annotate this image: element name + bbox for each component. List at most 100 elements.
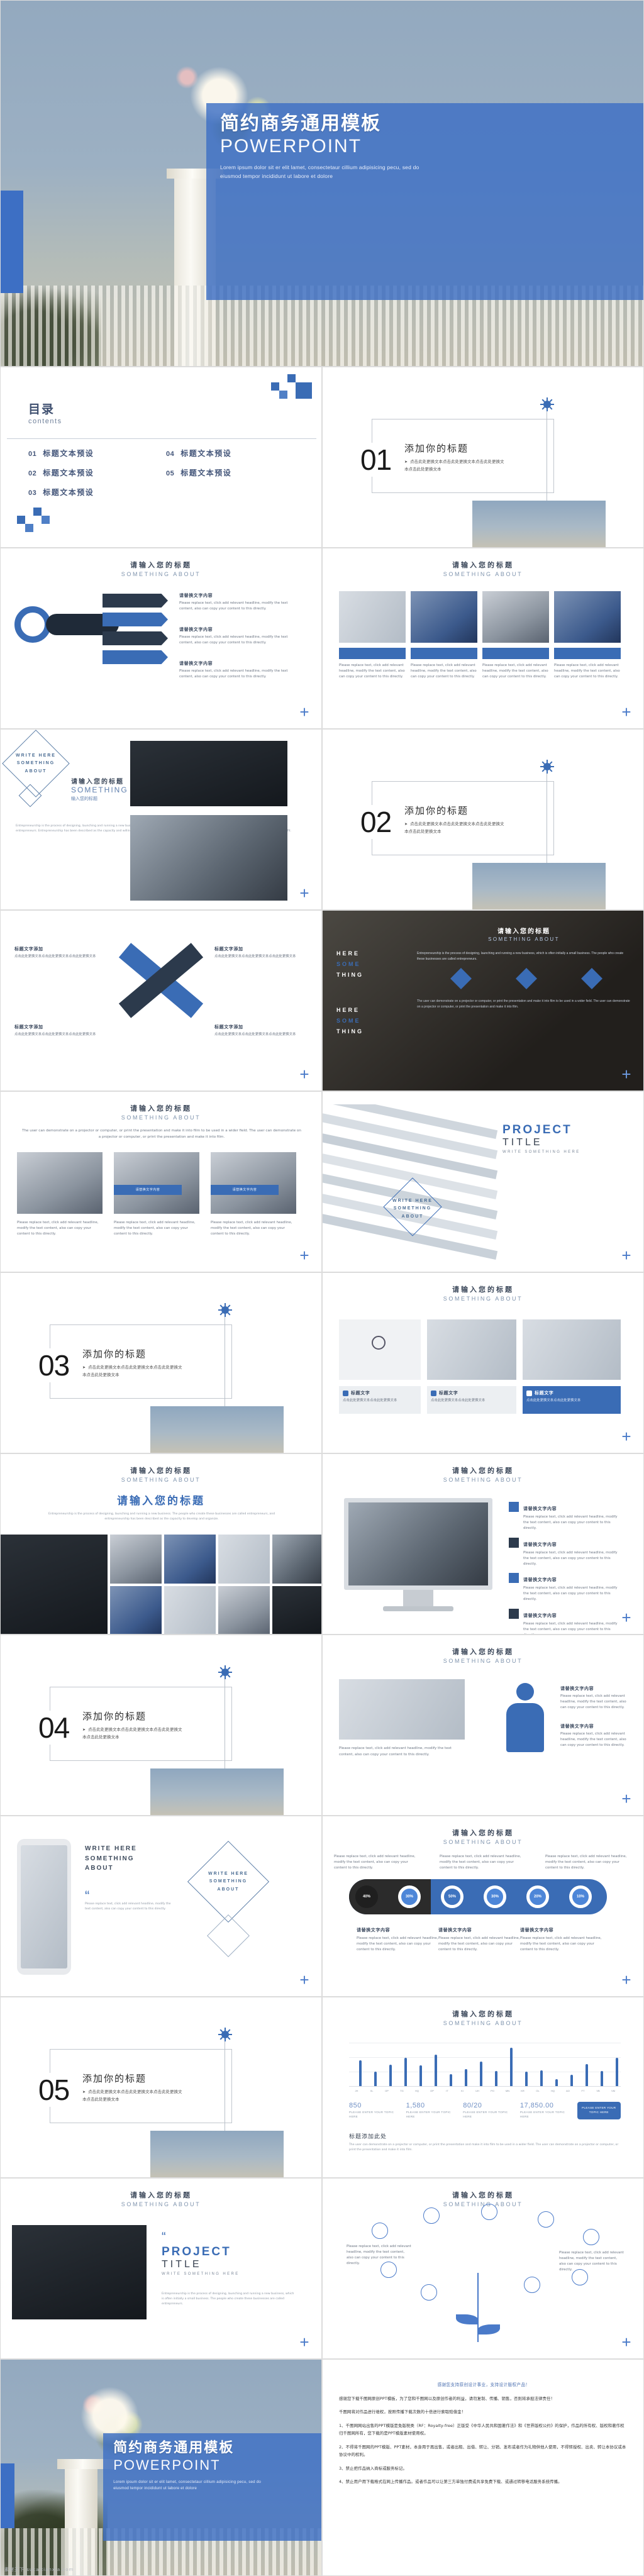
quote-body: Please replace text, click add relevant … [85, 1902, 171, 1911]
donut-item-title: 请替换文字内容 [438, 1928, 472, 1933]
project-title-block: PROJECT TITLE WRITE SOMETHING HERE [502, 1123, 580, 1154]
cover-title-panel: 简约商务通用模板 POWERPOINT Lorem ipsum dolor si… [206, 103, 643, 301]
toc-item-03[interactable]: 03 标题文本预设 [28, 487, 155, 497]
plus-icon: + [621, 1789, 631, 1808]
bar [540, 2070, 543, 2086]
icon-card-1[interactable]: 标题文字 点击此处更换文本点击此处更换文本 [339, 1386, 421, 1414]
slide-section-03[interactable]: 03 添加你的标题 点击此处更换文本点击此处更换文本点击此处更换文本点击此处更换… [0, 1272, 322, 1453]
card-caption: Please replace text, click add relevant … [411, 663, 477, 679]
toc-heading: 目录 contents [28, 400, 62, 425]
bar-cell [504, 2043, 519, 2086]
list-item[interactable]: 请替换文字内容 Please replace text, click add r… [509, 1609, 623, 1634]
pixel-decor [279, 391, 287, 399]
slide-end-cover[interactable]: 简约商务通用模板 POWERPOINT Lorem ipsum dolor si… [0, 2359, 322, 2576]
slide-header-en: SOMETHING ABOUT [443, 1839, 523, 1845]
team-photo [114, 1152, 199, 1214]
process-item-title: 请替换文字内容 [179, 593, 213, 598]
slide-process-diagram[interactable]: 请输入您的标题 SOMETHING ABOUT 请替换文字内容 Please r… [0, 548, 322, 729]
square-icon [526, 1390, 532, 1396]
toc-item-02[interactable]: 02 标题文本预设 [28, 467, 155, 478]
slide-cover[interactable]: 简约商务通用模板 POWERPOINT Lorem ipsum dolor si… [0, 0, 644, 367]
stat-value: 1,580 [406, 2102, 425, 2109]
bar-cell [353, 2043, 368, 2086]
slide-header-cn: 请输入您的标题 [130, 2191, 192, 2199]
icon-card-panel[interactable] [339, 1319, 421, 1380]
bar-cell [383, 2043, 398, 2086]
pixel-decor [287, 374, 296, 382]
diamond-line-3: ABOUT [25, 769, 47, 774]
icon-card-body: 点击此处更换文本点击此处更换文本 [343, 1399, 397, 1402]
slide-team-photos[interactable]: 请输入您的标题 SOMETHING ABOUT The user can dem… [0, 1091, 322, 1272]
slide-image-cards[interactable]: 请输入您的标题 SOMETHING ABOUT Please replace t… [322, 548, 644, 729]
process-item-body: Please replace text, click add relevant … [179, 635, 288, 645]
bar-tick-label: VM [611, 2089, 615, 2092]
slide-person-stats[interactable]: 请输入您的标题 SOMETHING ABOUT Please replace t… [322, 1635, 644, 1816]
sun-icon [218, 2028, 232, 2041]
slide-monitor-mockup[interactable]: 请输入您的标题 SOMETHING ABOUT 请替换文字内容 Please r… [322, 1453, 644, 1635]
toc-item-05[interactable]: 05 标题文本预设 [166, 467, 292, 478]
donut-item-body: Please replace text, click add relevant … [357, 1936, 438, 1951]
team-photo [17, 1152, 103, 1214]
slide-section-02[interactable]: 02 添加你的标题 点击此处更换文本点击此处更换文本点击此处更换文本点击此处更换… [322, 729, 644, 910]
bar [359, 2060, 362, 2086]
list-item[interactable]: 请替换文字内容 Please replace text, click add r… [509, 1502, 623, 1531]
list-item[interactable]: 请替换文字内容 Please replace text, click add r… [509, 1537, 623, 1567]
icon-card-2[interactable]: 标题文字 点击此处更换文本点击此处更换文本 [427, 1386, 516, 1414]
slide-section-05[interactable]: 05 添加你的标题 点击此处更换文本点击此处更换文本点击此处更换文本点击此处更换… [0, 1997, 322, 2178]
slide-section-04[interactable]: 04 添加你的标题 点击此处更换文本点击此处更换文本点击此处更换文本点击此处更换… [0, 1635, 322, 1816]
quote-icon: “ [162, 2230, 166, 2244]
slide-project-title[interactable]: PROJECT TITLE WRITE SOMETHING HERE WRITE… [322, 1091, 644, 1272]
monitor-list: 请替换文字内容 Please replace text, click add r… [509, 1502, 623, 1634]
pixel-decor [271, 382, 279, 391]
list-item[interactable]: 请替换文字内容 Please replace text, click add r… [509, 1573, 623, 1602]
some-label: SOME [336, 1018, 361, 1024]
slide-header-cn: 请输入您的标题 [452, 1648, 514, 1656]
cta-button[interactable]: PLEASE ENTER YOUR TOPIC HERE [577, 2102, 621, 2119]
write-here-block: WRITE HERE SOMETHING ABOUT [85, 1844, 137, 1874]
big-heading: 请输入您的标题 [117, 1495, 205, 1507]
card-image [523, 1319, 621, 1380]
icon-card-3[interactable]: 标题文字 点击此处更换文本点击此处更换文本 [523, 1386, 621, 1414]
leaf-icon [477, 2324, 500, 2334]
person-item-title: 请替换文字内容 [560, 1724, 594, 1729]
cross-card-body: 点击此处更换文本点击此处更换文本点击此处更换文本 [14, 955, 96, 958]
bar-tick-label: PO [491, 2089, 494, 2092]
phone-frame [17, 1839, 71, 1975]
stat-item: 1,580 PLEASE ENTER YOUR TOPIC HERE [406, 2102, 457, 2119]
bar [435, 2054, 437, 2086]
slide-bar-chart[interactable]: 请输入您的标题 SOMETHING ABOUT JH XL OP TG HQ OP IT KI… [322, 1997, 644, 2178]
slide-phone-quote[interactable]: WRITE HERE SOMETHING ABOUT “ Please repl… [0, 1816, 322, 1997]
card-caption: Please replace text, click add relevant … [554, 663, 620, 679]
toc-item-01[interactable]: 01 标题文本预设 [28, 448, 155, 458]
toc-item-label: 标题文本预设 [43, 449, 94, 458]
slide-big-heading[interactable]: 请输入您的标题 SOMETHING ABOUT 请输入您的标题 Entrepre… [0, 1453, 322, 1635]
card-image [427, 1319, 516, 1380]
cross-card-body: 点击此处更换文本点击此处更换文本点击此处更换文本 [214, 1033, 296, 1036]
here-something-left: HERE SOME THING [336, 948, 364, 980]
bar-tick-label: JH [355, 2089, 358, 2092]
pct-circle-2: 30% [398, 1885, 421, 1908]
toc-item-04[interactable]: 04 标题文本预设 [166, 448, 292, 458]
slide-header-en: SOMETHING ABOUT [443, 1477, 523, 1483]
slide-diamond-feature[interactable]: WRITE HERE SOMETHING ABOUT 请输入您的标题 SOMET… [0, 729, 322, 910]
slide-here-something[interactable]: HERE SOME THING HERE SOME THING 请输入您的标题 … [322, 910, 644, 1091]
slide-cross-diagram[interactable]: 标题文字添加 点击此处更换文本点击此处更换文本点击此处更换文本 标题文字添加 点… [0, 910, 322, 1091]
section-body: 点击此处更换文本点击此处更换文本点击此处更换文本点击此处更换文本 [404, 458, 508, 473]
monitor-base [383, 1606, 453, 1611]
slide-project-title-2[interactable]: 请输入您的标题 SOMETHING ABOUT “ PROJECT TITLE … [0, 2178, 322, 2359]
slide-legal-notice[interactable]: 感谢您支持原创设计事业，支持设计版权产品！ 感谢您下载千图网原创PPT模板，为了… [322, 2359, 644, 2576]
slide-table-of-contents[interactable]: 目录 contents 01 标题文本预设 04 标题文本预设 02 标题文本预… [0, 367, 322, 548]
bar-cell [474, 2043, 489, 2086]
cross-card-title: 标题文字添加 [14, 1024, 43, 1030]
slide-section-01[interactable]: 01 添加你的标题 点击此处更换文本点击此处更换文本点击此处更换文本点击此处更换… [322, 367, 644, 548]
toc-item-label: 标题文本预设 [180, 449, 232, 458]
project-title-note: WRITE SOMETHING HERE [502, 1150, 580, 1154]
pct-circle-6: 10% [569, 1885, 592, 1908]
bar [419, 2065, 422, 2086]
slide-icon-cards[interactable]: 请输入您的标题 SOMETHING ABOUT 标题文字 点击此处更换文本点击此… [322, 1272, 644, 1453]
slide-donut-chart[interactable]: 请输入您的标题 SOMETHING ABOUT Please replace t… [322, 1816, 644, 1997]
slide-icon-tree[interactable]: 请输入您的标题 SOMETHING ABOUT Please replace t… [322, 2178, 644, 2359]
sun-icon [540, 397, 554, 411]
icon-card-title: 标题文字 [535, 1391, 554, 1396]
section-number: 02 [357, 805, 396, 839]
